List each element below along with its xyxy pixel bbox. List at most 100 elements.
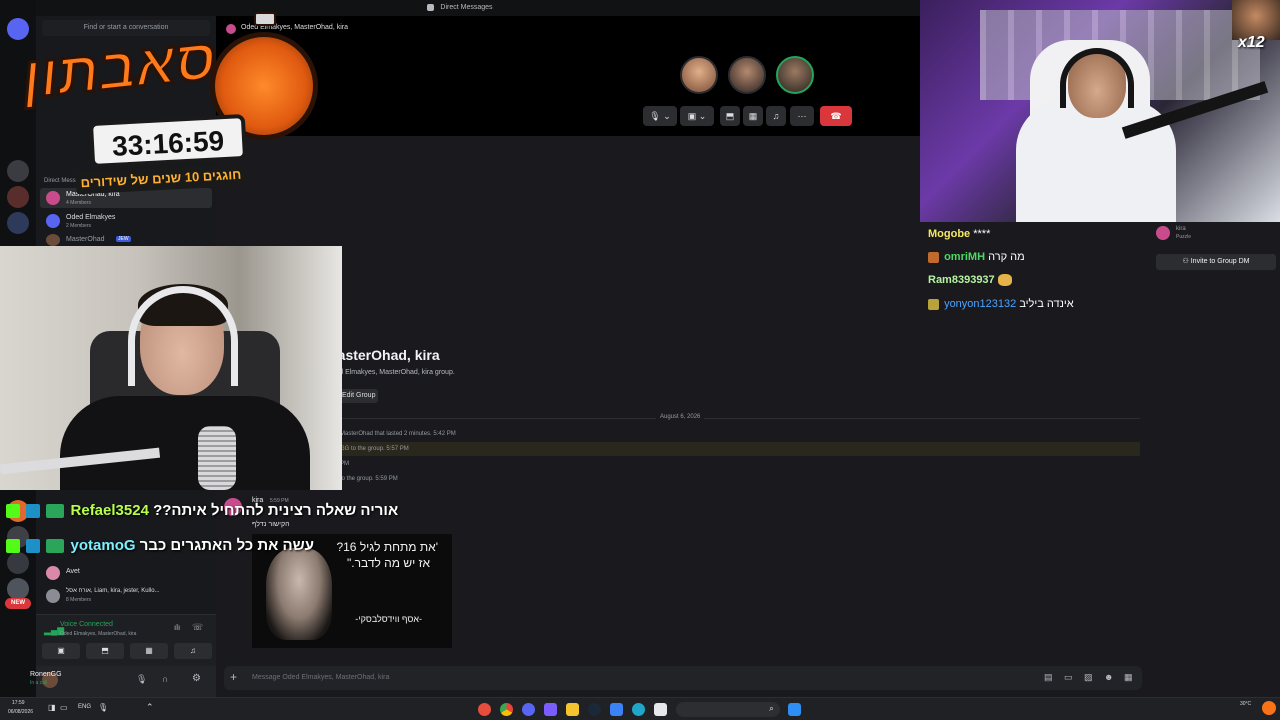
network-icon[interactable]: ▭ bbox=[60, 703, 68, 712]
quote-line2: אז יש מה לדבר." bbox=[347, 556, 430, 570]
person-body bbox=[60, 396, 310, 490]
new-badge: NEW bbox=[5, 598, 31, 609]
speaker-icon[interactable]: ◨ bbox=[48, 703, 56, 712]
edge-icon[interactable] bbox=[632, 703, 645, 716]
group-subtitle: Oded Elmakyes, MasterOhad, kira group. bbox=[326, 369, 455, 376]
call-participant-avatar[interactable] bbox=[728, 56, 766, 94]
sticker-icon[interactable]: ▨ bbox=[1084, 672, 1093, 683]
cat-emote-icon bbox=[997, 274, 1012, 287]
steam-icon[interactable] bbox=[588, 703, 601, 716]
screenshare-button[interactable]: ⬒ bbox=[720, 106, 740, 126]
reply-text: הקישור נדלף bbox=[252, 521, 290, 528]
date-divider-label: August 6, 2026 bbox=[656, 414, 705, 420]
disconnect-icon[interactable]: ☏ bbox=[192, 622, 203, 633]
app-icon[interactable] bbox=[654, 703, 667, 716]
portrait-image bbox=[266, 548, 332, 640]
apps-icon[interactable]: ▦ bbox=[1124, 672, 1133, 683]
avatar[interactable] bbox=[1156, 226, 1170, 240]
window-title: Direct Messages bbox=[440, 4, 493, 11]
discord-icon[interactable] bbox=[522, 703, 535, 716]
chat-user: Ram8393937 bbox=[928, 274, 995, 286]
member-name[interactable]: kira bbox=[1176, 226, 1186, 232]
activities-button[interactable]: ▦ bbox=[743, 106, 763, 126]
more-button[interactable]: ⋯ bbox=[790, 106, 814, 126]
message-placeholder: Message Oded Elmakyes, MasterOhad, kira bbox=[252, 674, 390, 681]
logo-tagline: חוגגים 10 שנים של שידורים bbox=[75, 163, 247, 195]
windows-start-icon[interactable] bbox=[788, 703, 801, 716]
hangup-button[interactable]: ☎ bbox=[820, 106, 852, 126]
chevron-up-icon[interactable]: ⌃ bbox=[146, 702, 154, 713]
taskbar-date: 06/08/2026 bbox=[8, 709, 34, 715]
server-icon[interactable] bbox=[7, 578, 29, 600]
chrome-icon[interactable] bbox=[500, 703, 513, 716]
search-icon: ⌕ bbox=[768, 703, 774, 713]
group-title: MasterOhad, kira bbox=[326, 347, 440, 363]
webcam-right: x12 bbox=[920, 0, 1280, 222]
taskbar: 17:59 06/08/2026 ◨ ▭ ENG 🎙 ⌃ ⌕ 30°C bbox=[0, 697, 1280, 720]
chat-line: Ram8393937 bbox=[928, 274, 1012, 287]
stopwatch-knob bbox=[254, 12, 276, 26]
activities-button[interactable]: ▦ bbox=[130, 643, 168, 659]
chat-msg: **** bbox=[973, 228, 991, 240]
microphone bbox=[198, 426, 236, 490]
dm-item[interactable]: Avet bbox=[40, 564, 212, 582]
app-icon[interactable] bbox=[544, 703, 557, 716]
headphones bbox=[128, 286, 238, 386]
chat-user: Refael3524 bbox=[70, 502, 149, 519]
gear-icon[interactable]: ⚙ bbox=[192, 673, 201, 684]
headphones-icon[interactable]: ∩ bbox=[162, 674, 168, 684]
avatar bbox=[46, 566, 60, 580]
app-icon[interactable] bbox=[478, 703, 491, 716]
multiplier-badge: x12 bbox=[1238, 34, 1265, 51]
call-participant-avatar[interactable] bbox=[680, 56, 718, 94]
dm-item-name: Oded Elmakyes bbox=[66, 214, 116, 221]
chat-msg: עשה את כל האתגרים כבר bbox=[139, 537, 314, 554]
member-list: kira Puzzle ⚇ Invite to Group DM bbox=[1150, 222, 1280, 322]
emoji-icon[interactable]: ☻ bbox=[1104, 672, 1113, 682]
webcam-left bbox=[0, 246, 342, 490]
message-input[interactable]: + Message Oded Elmakyes, MasterOhad, kir… bbox=[224, 666, 1142, 690]
camera-button[interactable]: ▣ bbox=[42, 643, 80, 659]
gif-icon[interactable]: ▭ bbox=[1064, 672, 1073, 683]
chat-line: yonyon123132 אינדה ביליב bbox=[928, 298, 1074, 310]
server-icon[interactable] bbox=[7, 212, 29, 234]
lang-indicator[interactable]: ENG bbox=[78, 704, 91, 710]
app-icon[interactable] bbox=[610, 703, 623, 716]
noise-icon[interactable]: ılı bbox=[174, 623, 180, 632]
mic-icon[interactable]: 🎙 bbox=[136, 674, 147, 685]
chat-msg: ??אוריה שאלה רצינית להתחיל איתה bbox=[153, 502, 399, 519]
user-panel: RonenGG In a call 🎙 ∩ ⚙ bbox=[30, 666, 216, 697]
call-participant-avatar[interactable] bbox=[776, 56, 814, 94]
folder-icon[interactable] bbox=[566, 703, 579, 716]
dm-item-sub: 2 Members bbox=[66, 223, 92, 229]
soundboard-button[interactable]: ♫ bbox=[174, 643, 212, 659]
kick-badge-icon bbox=[6, 539, 20, 554]
invite-button[interactable]: ⚇ Invite to Group DM bbox=[1156, 254, 1276, 270]
dm-item-name: אורח אסל, Liam, kira, jester, Kullo... bbox=[66, 588, 160, 594]
dm-item-badge: JEW bbox=[116, 236, 131, 242]
dm-item-sub: 4 Members bbox=[66, 200, 92, 206]
mic-tray-icon[interactable]: 🎙 bbox=[98, 703, 108, 712]
dm-item[interactable]: MasterOhad JEW bbox=[40, 234, 212, 246]
taskbar-search[interactable]: ⌕ bbox=[676, 702, 780, 717]
logo-title: סאבתון bbox=[18, 25, 221, 113]
dm-item[interactable]: Oded Elmakyes 2 Members bbox=[40, 210, 212, 232]
camera-toggle-button[interactable]: ▣ ⌄ bbox=[680, 106, 714, 126]
chat-user: yotamoG bbox=[70, 537, 136, 554]
screenshare-button[interactable]: ⬒ bbox=[86, 643, 124, 659]
system-message: GG to the group. 5:57 PM bbox=[340, 446, 409, 452]
mic-toggle-button[interactable]: 🎙 ⌄ bbox=[643, 106, 677, 126]
soundboard-button[interactable]: ♫ bbox=[766, 106, 786, 126]
og-badge-icon bbox=[46, 539, 65, 554]
kick-badge-icon bbox=[6, 504, 20, 519]
chat-user: Mogobe bbox=[928, 228, 971, 240]
dm-item[interactable]: אורח אסל, Liam, kira, jester, Kullo... 8… bbox=[40, 586, 212, 606]
system-message: MasterOhad that lasted 2 minutes. 5:42 P… bbox=[340, 431, 456, 437]
voice-status: Voice Connected bbox=[60, 621, 113, 628]
gift-icon[interactable]: ▤ bbox=[1044, 672, 1053, 683]
weather-text: 30°C bbox=[1240, 701, 1252, 707]
invite-button-label: Invite to Group DM bbox=[1190, 258, 1250, 265]
add-attachment-icon[interactable]: + bbox=[230, 670, 237, 684]
sub-badge-icon bbox=[928, 251, 939, 263]
server-icon[interactable] bbox=[7, 552, 29, 574]
